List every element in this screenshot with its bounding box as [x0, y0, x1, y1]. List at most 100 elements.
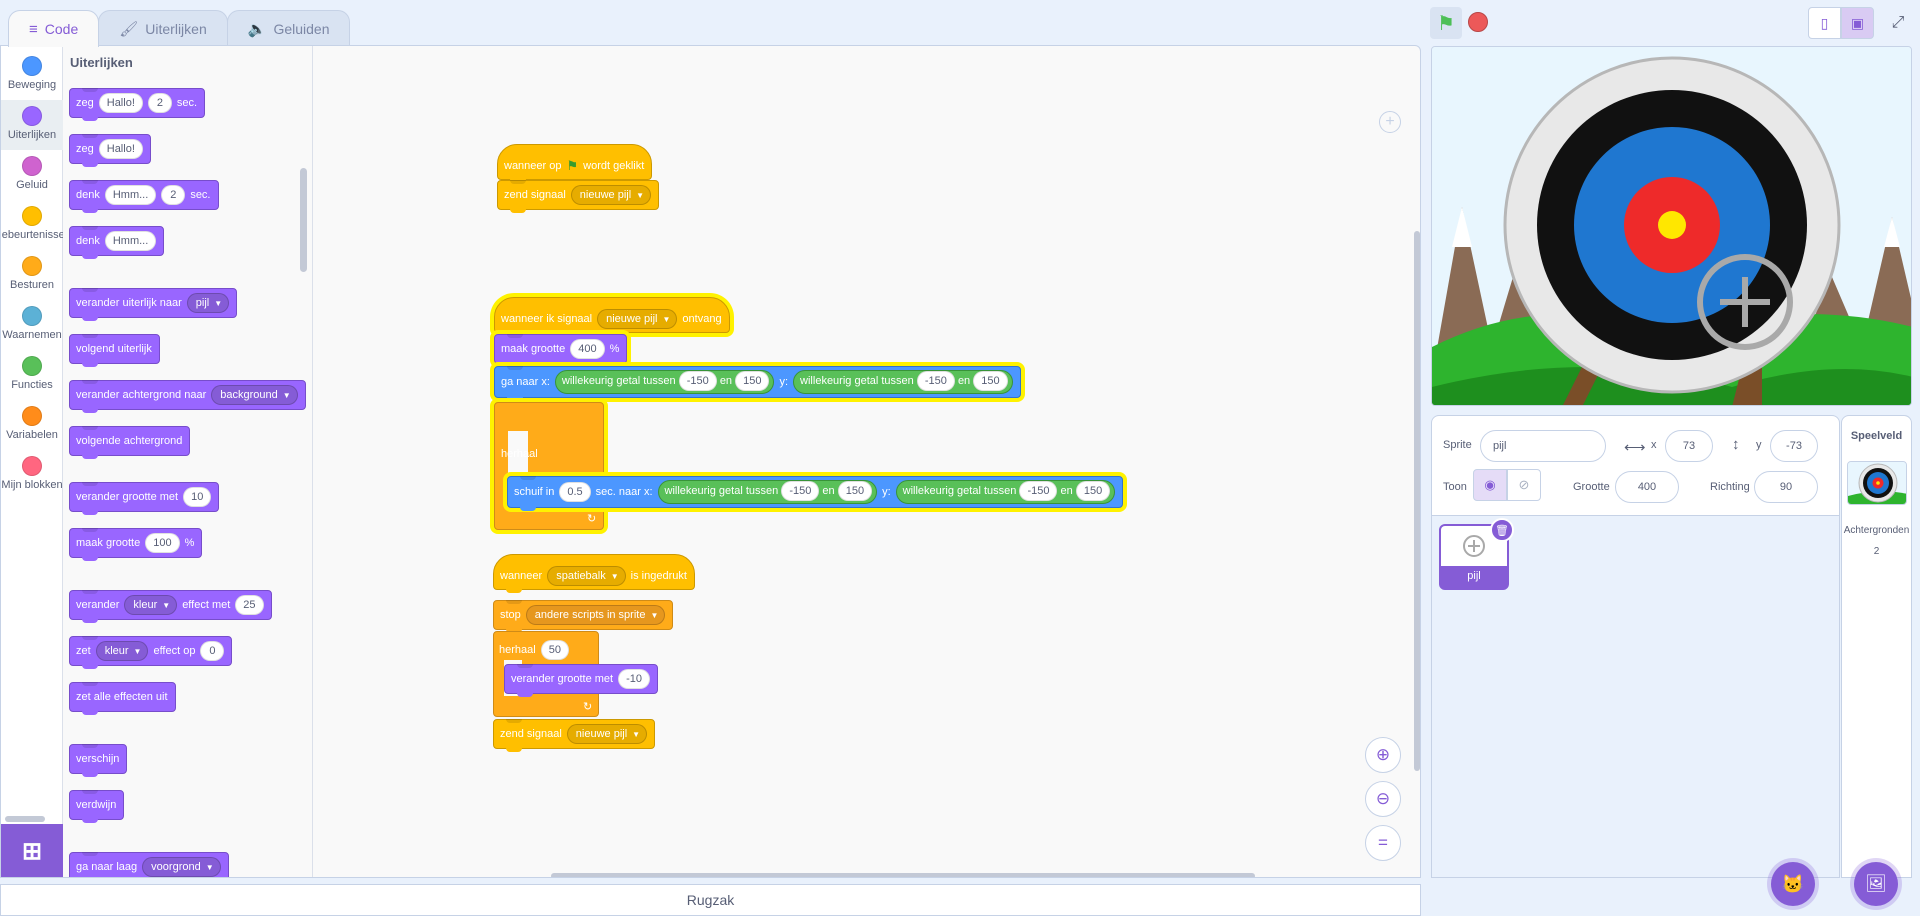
category-looks[interactable]: Uiterlijken	[1, 100, 63, 150]
block-input[interactable]: 400	[570, 339, 605, 359]
delete-sprite-button[interactable]: 🗑	[1490, 518, 1514, 542]
block-go-to-layer[interactable]: ga naar laag voorgrond ▼	[69, 852, 229, 877]
block-input[interactable]: 100	[145, 533, 180, 553]
direction-input[interactable]: 90	[1754, 471, 1818, 503]
zoom-in-button[interactable]: ⊕	[1365, 737, 1401, 773]
x-position-input[interactable]: 73	[1665, 430, 1713, 462]
large-stage-button[interactable]: ▣	[1841, 7, 1874, 39]
block-input[interactable]: 150	[837, 481, 873, 501]
costume-dropdown[interactable]: pijl ▼	[186, 293, 230, 313]
block-input[interactable]: 2	[147, 93, 172, 113]
block-next-backdrop[interactable]: volgende achtergrond	[69, 426, 191, 459]
when-key-pressed-block[interactable]: wanneer spatiebalk ▼ is ingedrukt	[493, 554, 695, 593]
random-operator[interactable]: willekeurig getal tussen -150 en 150	[793, 370, 1013, 394]
category-sensing[interactable]: Waarnemen	[1, 300, 63, 350]
block-input[interactable]: 0.5	[559, 482, 591, 502]
category-operators[interactable]: Functies	[1, 350, 63, 400]
block-say[interactable]: zeg Hallo!	[69, 134, 151, 167]
category-sound[interactable]: Geluid	[1, 150, 63, 200]
hide-sprite-button[interactable]: ⊘	[1507, 469, 1541, 501]
message-dropdown[interactable]: nieuwe pijl ▼	[566, 724, 648, 744]
workspace-add-icon[interactable]: +	[1379, 111, 1401, 133]
block-input[interactable]: Hmm...	[104, 185, 157, 205]
zoom-out-button[interactable]: ⊖	[1365, 781, 1401, 817]
stop-option-dropdown[interactable]: andere scripts in sprite ▼	[525, 605, 666, 625]
block-input[interactable]: 150	[1075, 481, 1111, 501]
block-hide[interactable]: verdwijn	[69, 790, 125, 823]
glide-to-xy-block[interactable]: schuif in 0.5 sec. naar x: willekeurig g…	[507, 476, 1124, 511]
category-my-blocks[interactable]: Mijn blokken	[1, 450, 63, 500]
workspace-horizontal-scrollbar[interactable]	[551, 873, 1255, 877]
block-change-size[interactable]: verander grootte met 10	[69, 482, 220, 515]
palette-scrollbar[interactable]	[300, 168, 307, 272]
block-input[interactable]: -150	[678, 371, 717, 391]
tab-code[interactable]: ≡ Code	[8, 10, 100, 47]
size-input[interactable]: 400	[1615, 471, 1679, 503]
category-motion[interactable]: Beweging	[1, 50, 63, 100]
block-show[interactable]: verschijn	[69, 744, 128, 777]
stop-block[interactable]: stop andere scripts in sprite ▼	[493, 600, 674, 633]
backdrop-dropdown[interactable]: background ▼	[211, 385, 298, 405]
add-sprite-button[interactable]: 🐱	[1771, 862, 1815, 906]
broadcast-block[interactable]: zend signaal nieuwe pijl ▼	[493, 719, 656, 752]
when-i-receive-block[interactable]: wanneer ik signaal nieuwe pijl ▼ ontvang	[494, 297, 730, 336]
stage-selector-panel[interactable]: Speelveld Achtergronden 2	[1841, 415, 1912, 878]
tab-costumes[interactable]: 🖌 Uiterlijken	[98, 10, 228, 46]
block-next-costume[interactable]: volgend uiterlijk	[69, 334, 160, 367]
block-say-for-secs[interactable]: zeg Hallo! 2 sec.	[69, 88, 206, 121]
set-size-block[interactable]: maak grootte 400 %	[494, 334, 628, 367]
block-input[interactable]: 50	[540, 640, 569, 660]
go-to-xy-block[interactable]: ga naar x: willekeurig getal tussen -150…	[494, 366, 1021, 401]
block-switch-costume[interactable]: verander uiterlijk naar pijl ▼	[69, 288, 238, 321]
stage-canvas[interactable]	[1431, 46, 1912, 406]
block-input[interactable]: 10	[183, 487, 212, 507]
block-set-effect[interactable]: zet kleur ▼ effect op 0	[69, 636, 233, 669]
category-scrollbar[interactable]	[5, 816, 45, 822]
random-operator[interactable]: willekeurig getal tussen -150 en 150	[895, 480, 1116, 504]
block-input[interactable]: Hmm...	[104, 231, 157, 251]
key-dropdown[interactable]: spatiebalk ▼	[547, 566, 626, 586]
stop-button[interactable]	[1468, 12, 1488, 32]
block-input[interactable]: -150	[916, 371, 955, 391]
random-operator[interactable]: willekeurig getal tussen -150 en 150	[554, 370, 775, 394]
message-dropdown[interactable]: nieuwe pijl ▼	[570, 185, 652, 205]
block-input[interactable]: 0	[200, 641, 225, 661]
add-backdrop-button[interactable]: 🖼	[1854, 862, 1898, 906]
block-switch-backdrop[interactable]: verander achtergrond naar background ▼	[69, 380, 306, 413]
block-input[interactable]: Hallo!	[98, 139, 143, 159]
change-size-block[interactable]: verander grootte met -10	[504, 664, 659, 697]
script-workspace[interactable]	[313, 46, 1420, 877]
category-control[interactable]: Besturen	[1, 250, 63, 300]
block-input[interactable]: 150	[735, 371, 770, 391]
message-dropdown[interactable]: nieuwe pijl ▼	[597, 309, 678, 329]
effect-dropdown[interactable]: kleur ▼	[124, 595, 178, 615]
block-change-effect[interactable]: verander kleur ▼ effect met 25	[69, 590, 272, 623]
zoom-reset-button[interactable]: =	[1365, 825, 1401, 861]
block-input[interactable]: 25	[235, 595, 264, 615]
green-flag-button[interactable]: ⚑	[1430, 7, 1462, 39]
workspace-vertical-scrollbar[interactable]	[1414, 231, 1420, 771]
block-input[interactable]: 150	[973, 371, 1008, 391]
block-think-for-secs[interactable]: denk Hmm... 2 sec.	[69, 180, 219, 213]
when-flag-clicked-block[interactable]: wanneer op ⚑ wordt geklikt	[497, 144, 653, 183]
show-sprite-button[interactable]: ◉	[1473, 469, 1507, 501]
fullscreen-button[interactable]: ⤢	[1882, 7, 1914, 39]
y-position-input[interactable]: -73	[1770, 430, 1818, 462]
tab-sounds[interactable]: 🔈 Geluiden	[226, 10, 351, 46]
block-clear-effects[interactable]: zet alle effecten uit	[69, 682, 176, 715]
block-set-size[interactable]: maak grootte 100 %	[69, 528, 203, 561]
sprite-name-input[interactable]: pijl	[1480, 430, 1606, 462]
block-input[interactable]: Hallo!	[98, 93, 143, 113]
small-stage-button[interactable]: ▯	[1808, 7, 1841, 39]
add-extension-button[interactable]: ⊞	[1, 824, 63, 877]
random-operator[interactable]: willekeurig getal tussen -150 en 150	[657, 480, 878, 504]
block-input[interactable]: -150	[781, 481, 820, 501]
block-input[interactable]: -10	[618, 669, 651, 689]
effect-dropdown[interactable]: kleur ▼	[95, 641, 149, 661]
category-events[interactable]: Gebeurtenissen	[1, 200, 71, 250]
block-think[interactable]: denk Hmm...	[69, 226, 165, 259]
backpack-bar[interactable]: Rugzak	[0, 884, 1421, 916]
block-input[interactable]: -150	[1019, 481, 1058, 501]
broadcast-block[interactable]: zend signaal nieuwe pijl ▼	[497, 180, 660, 213]
layer-dropdown[interactable]: voorgrond ▼	[142, 857, 221, 877]
